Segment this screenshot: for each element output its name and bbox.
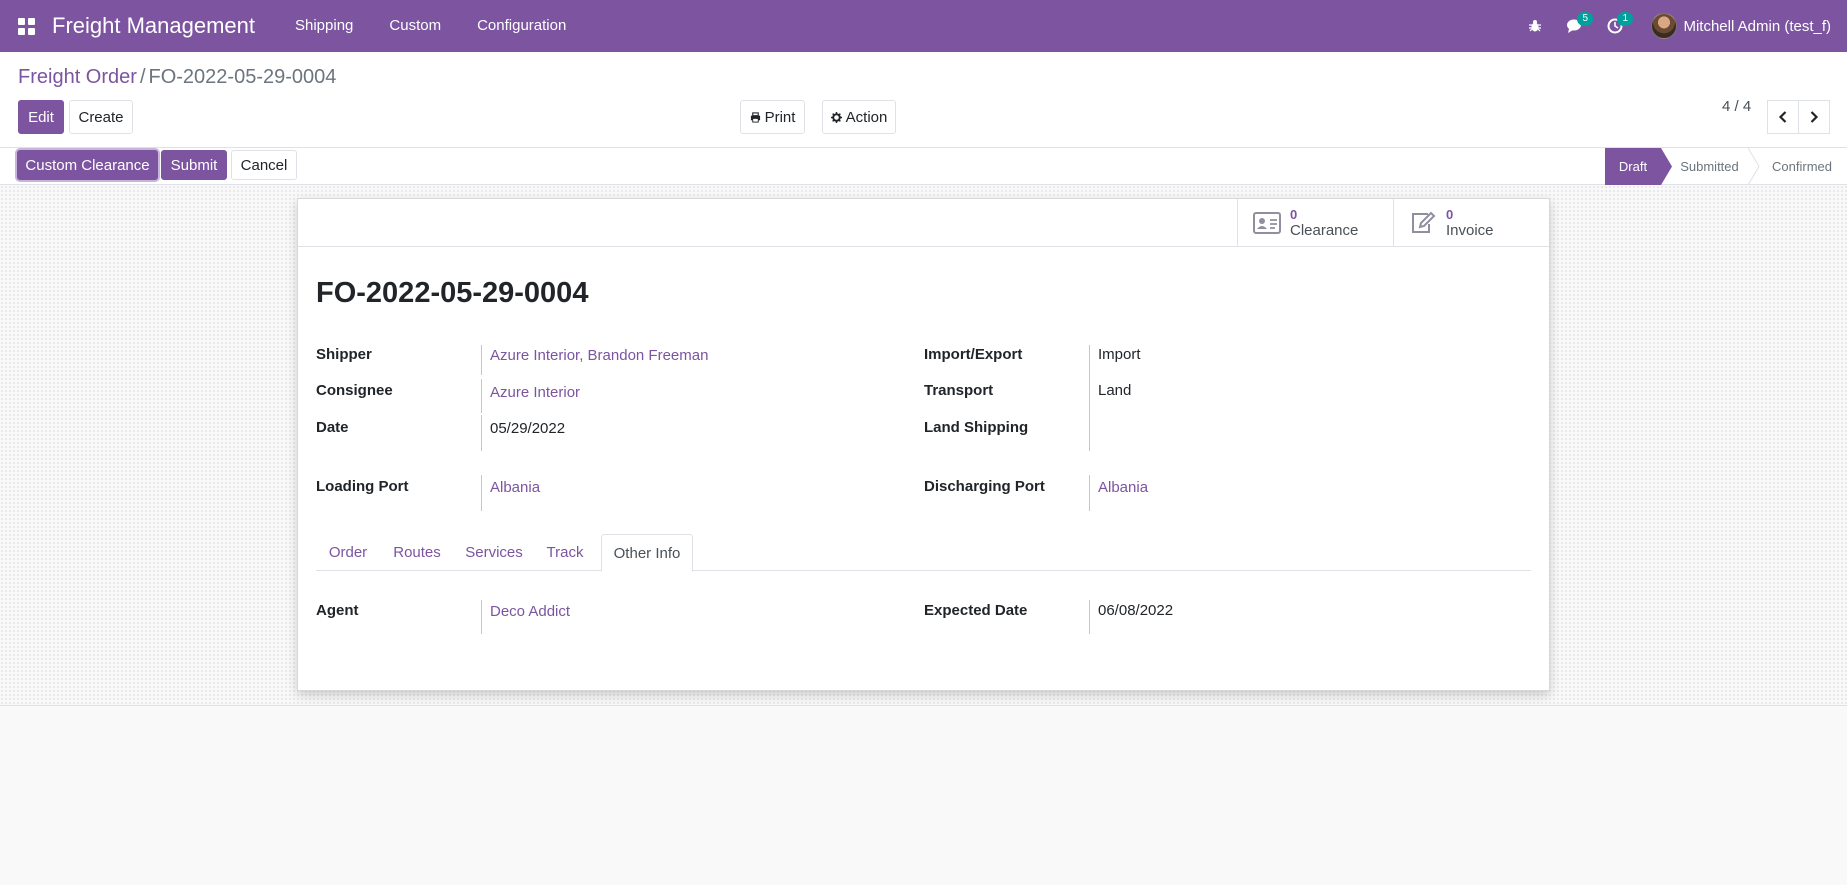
pager-value[interactable]: 4 / 4 xyxy=(1722,98,1751,115)
stage-arrow-draft xyxy=(1661,148,1672,185)
stage-arrow-submitted xyxy=(1748,148,1760,185)
tab-services[interactable]: Services xyxy=(454,534,534,571)
id-card-icon xyxy=(1252,210,1282,236)
tab-track[interactable]: Track xyxy=(534,534,596,571)
date-label: Date xyxy=(316,419,349,436)
main-menu: Shipping Custom Configuration xyxy=(277,0,584,52)
notebook-tabs: Order Routes Services Track Other Info xyxy=(316,534,1531,572)
stage-submitted[interactable]: Submitted xyxy=(1672,148,1747,185)
right-group-separator xyxy=(1089,345,1090,451)
expected-date-label: Expected Date xyxy=(924,602,1028,619)
agent-label: Agent xyxy=(316,602,359,619)
cancel-button[interactable]: Cancel xyxy=(231,150,297,180)
stage-draft[interactable]: Draft xyxy=(1605,148,1661,185)
clock-icon[interactable]: 1 xyxy=(1595,0,1635,52)
pager-previous-button[interactable] xyxy=(1767,100,1799,134)
chevron-left-icon xyxy=(1778,111,1787,123)
menu-shipping[interactable]: Shipping xyxy=(277,0,371,52)
consignee-label: Consignee xyxy=(316,382,393,399)
print-label: Print xyxy=(764,108,796,126)
bug-icon[interactable] xyxy=(1515,0,1555,52)
agent-field[interactable]: Deco Addict xyxy=(490,603,570,620)
loading-port-label: Loading Port xyxy=(316,478,409,495)
avatar xyxy=(1651,13,1678,39)
import-export-label: Import/Export xyxy=(924,346,1023,363)
breadcrumb-parent[interactable]: Freight Order xyxy=(18,66,137,88)
breadcrumb: Freight Order / FO-2022-05-29-0004 xyxy=(18,66,336,89)
record-title: FO-2022-05-29-0004 xyxy=(316,277,589,309)
import-export-field[interactable]: Import xyxy=(1098,346,1141,363)
user-menu[interactable]: Mitchell Admin (test_f) xyxy=(1651,13,1831,39)
clearance-smart-button[interactable]: 0 Clearance xyxy=(1237,199,1393,247)
stage-confirmed[interactable]: Confirmed xyxy=(1762,148,1842,185)
date-field[interactable]: 05/29/2022 xyxy=(490,420,565,437)
apps-grid-icon[interactable] xyxy=(0,0,52,52)
bottom-area xyxy=(0,706,1847,885)
action-label: Action xyxy=(845,108,888,126)
discharging-port-separator xyxy=(1089,475,1090,511)
user-name: Mitchell Admin (test_f) xyxy=(1683,17,1831,35)
custom-clearance-button[interactable]: Custom Clearance xyxy=(17,150,158,180)
consignee-separator xyxy=(481,379,482,413)
print-icon xyxy=(750,111,760,123)
discharging-port-field[interactable]: Albania xyxy=(1098,479,1148,496)
edit-icon xyxy=(1408,210,1438,236)
systray: 5 1 Mitchell Admin (test_f) xyxy=(1515,0,1847,52)
land-shipping-label: Land Shipping xyxy=(924,419,1029,436)
print-button[interactable]: Print xyxy=(740,100,805,134)
edit-button[interactable]: Edit xyxy=(18,100,64,134)
control-panel: Freight Order / FO-2022-05-29-0004 4 / 4 xyxy=(0,52,1847,147)
breadcrumb-current: FO-2022-05-29-0004 xyxy=(148,66,337,88)
discharging-port-label: Discharging Port xyxy=(924,478,1045,495)
action-button[interactable]: Action xyxy=(822,100,896,134)
loading-port-field[interactable]: Albania xyxy=(490,479,540,496)
transport-field[interactable]: Land xyxy=(1098,382,1131,399)
invoice-smart-button[interactable]: 0 Invoice xyxy=(1393,199,1549,247)
activities-badge: 1 xyxy=(1617,12,1634,26)
form-sheet: 0 Clearance 0 Invoice FO-2022-05-29-0004… xyxy=(297,198,1550,691)
smart-button-box: 0 Clearance 0 Invoice xyxy=(298,199,1549,247)
stage-draft-label: Draft xyxy=(1618,159,1648,174)
comments-icon[interactable]: 5 xyxy=(1555,0,1595,52)
tab-other-info[interactable]: Other Info xyxy=(601,534,693,572)
create-button[interactable]: Create xyxy=(69,100,133,134)
loading-port-separator xyxy=(481,475,482,511)
top-navbar: Freight Management Shipping Custom Confi… xyxy=(0,0,1847,52)
consignee-field[interactable]: Azure Interior xyxy=(490,384,580,401)
submit-button[interactable]: Submit xyxy=(161,150,227,180)
app-name[interactable]: Freight Management xyxy=(52,13,255,39)
chevron-right-icon xyxy=(1810,111,1819,123)
breadcrumb-separator: / xyxy=(139,66,146,88)
shipper-separator xyxy=(481,345,482,375)
stage-submitted-label: Submitted xyxy=(1680,159,1739,174)
agent-separator xyxy=(481,600,482,634)
stage-confirmed-label: Confirmed xyxy=(1772,159,1832,174)
menu-custom[interactable]: Custom xyxy=(371,0,459,52)
shipper-field[interactable]: Azure Interior, Brandon Freeman xyxy=(490,347,708,364)
gear-icon xyxy=(830,111,842,123)
pager-next-button[interactable] xyxy=(1798,100,1830,134)
clearance-label: Clearance xyxy=(1290,222,1359,239)
clearance-count: 0 xyxy=(1290,207,1298,222)
expected-date-field[interactable]: 06/08/2022 xyxy=(1098,602,1173,619)
messages-badge: 5 xyxy=(1577,12,1594,26)
statusbar: Custom Clearance Submit Cancel Draft Sub… xyxy=(0,147,1847,185)
shipper-label: Shipper xyxy=(316,346,372,363)
tab-order[interactable]: Order xyxy=(316,534,380,571)
expected-date-separator xyxy=(1089,600,1090,634)
invoice-label: Invoice xyxy=(1446,222,1494,239)
tab-routes[interactable]: Routes xyxy=(380,534,454,571)
date-separator xyxy=(481,415,482,451)
invoice-count: 0 xyxy=(1446,207,1454,222)
menu-configuration[interactable]: Configuration xyxy=(459,0,584,52)
transport-label: Transport xyxy=(924,382,994,399)
